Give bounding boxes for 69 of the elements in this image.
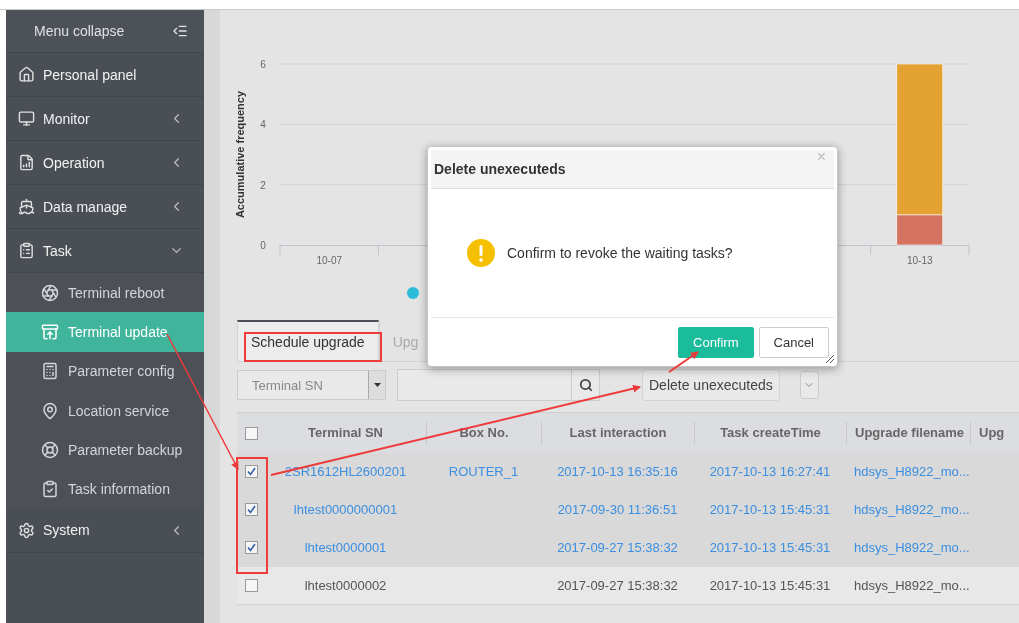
checkmark-icon (246, 505, 256, 514)
aperture-icon (41, 283, 59, 302)
search-field[interactable] (397, 369, 600, 401)
column-header: Last interaction (541, 422, 694, 444)
menu-collapse-label: Menu collapse (34, 23, 125, 39)
y-tick-label: 0 (260, 240, 266, 251)
collapse-icon[interactable] (172, 23, 188, 39)
clipboard-icon (18, 242, 35, 259)
dialog-title: Delete unexecuteds (434, 161, 566, 177)
table-cell-text: 2017-10-13 15:45:31 (708, 502, 832, 517)
field-select[interactable]: Terminal SN (237, 370, 386, 400)
house-icon (18, 66, 35, 83)
checkmark-icon (246, 543, 256, 552)
sidebar-subitem[interactable]: Parameter backup (6, 430, 204, 470)
tab[interactable]: Schedule upgrade (237, 320, 379, 361)
lifebuoy-icon (41, 440, 59, 459)
ship-icon (18, 198, 35, 215)
y-tick-label: 6 (260, 59, 266, 70)
checkmark-icon (246, 467, 256, 476)
checkbox[interactable] (244, 503, 258, 516)
clipboard-check-icon (41, 480, 59, 499)
x-tick-label: 10-13 (907, 255, 933, 266)
table-cell-text: 2017-09-27 15:38:32 (556, 578, 679, 593)
dialog-message: Confirm to revoke the waiting tasks? (507, 245, 733, 261)
column-header: Upgrade filename (846, 422, 970, 444)
table-cell-text: 2017-09-30 11:36:51 (556, 502, 679, 517)
table-cell-text: hdsys_H8922_mo... (853, 578, 970, 593)
y-axis-title: Accumulative frequency (234, 90, 246, 219)
table-cell-text: 2017-10-13 15:45:31 (708, 540, 832, 555)
annotation-arrow (668, 351, 699, 373)
table-cell-text: 2017-10-13 16:27:41 (708, 464, 832, 479)
sidebar-subitem[interactable]: Location service (6, 390, 204, 431)
table-cell-text: lhtest0000002 (303, 578, 388, 593)
sidebar-subitem[interactable]: Task information (6, 469, 204, 509)
monitor-icon (18, 110, 35, 127)
chart-document-icon (18, 154, 35, 171)
checkbox[interactable] (244, 465, 258, 478)
resize-grip-icon[interactable] (825, 354, 835, 364)
table-cell-text: hdsys_H8922_mo... (853, 540, 970, 555)
caret-icon (373, 383, 381, 387)
table-cell-text: 2017-09-27 15:38:32 (556, 540, 679, 555)
calculator-icon (41, 362, 59, 381)
x-tick-label: 10-07 (316, 255, 342, 266)
y-tick-label: 4 (260, 119, 266, 131)
delete-unexecuteds-button[interactable]: Delete unexecuteds (642, 369, 780, 401)
search-icon (578, 378, 593, 392)
table-cell-text: hdsys_H8922_mo... (853, 464, 970, 479)
checkbox[interactable] (244, 579, 258, 592)
y-tick-label: 2 (260, 179, 266, 191)
cancel-button[interactable]: Cancel (758, 326, 829, 358)
warning-icon (467, 239, 495, 267)
table-cell-text: ROUTER_1 (447, 464, 520, 479)
table-cell-text: hdsys_H8922_mo... (853, 502, 970, 517)
table-cell-text: lhtest0000001 (303, 540, 388, 555)
table-cell-text: 2SR1612HL2600201 (283, 464, 408, 479)
gear-icon (18, 521, 35, 539)
table-row[interactable]: lhtest0000002 2017-09-27 15:38:32 2017-10-13 15:45:31 hdsys_H8922_mo... (237, 567, 1019, 605)
checkbox[interactable] (244, 541, 258, 554)
sidebar-subitem[interactable]: Terminal reboot (6, 273, 204, 313)
column-header: Terminal SN (307, 424, 384, 442)
map-pin-icon (41, 401, 59, 420)
column-header: Task createTime (694, 422, 846, 444)
sidebar-subitem[interactable]: Parameter config (6, 351, 204, 391)
box-upload-icon (41, 322, 59, 341)
table-cell-text: 2017-10-13 16:35:16 (556, 464, 679, 479)
table-cell-text: lhtest0000000001 (292, 502, 399, 517)
column-header: Upg (970, 422, 1019, 444)
table-cell-text: 2017-10-13 15:45:31 (708, 578, 832, 593)
checkbox[interactable] (244, 426, 258, 440)
